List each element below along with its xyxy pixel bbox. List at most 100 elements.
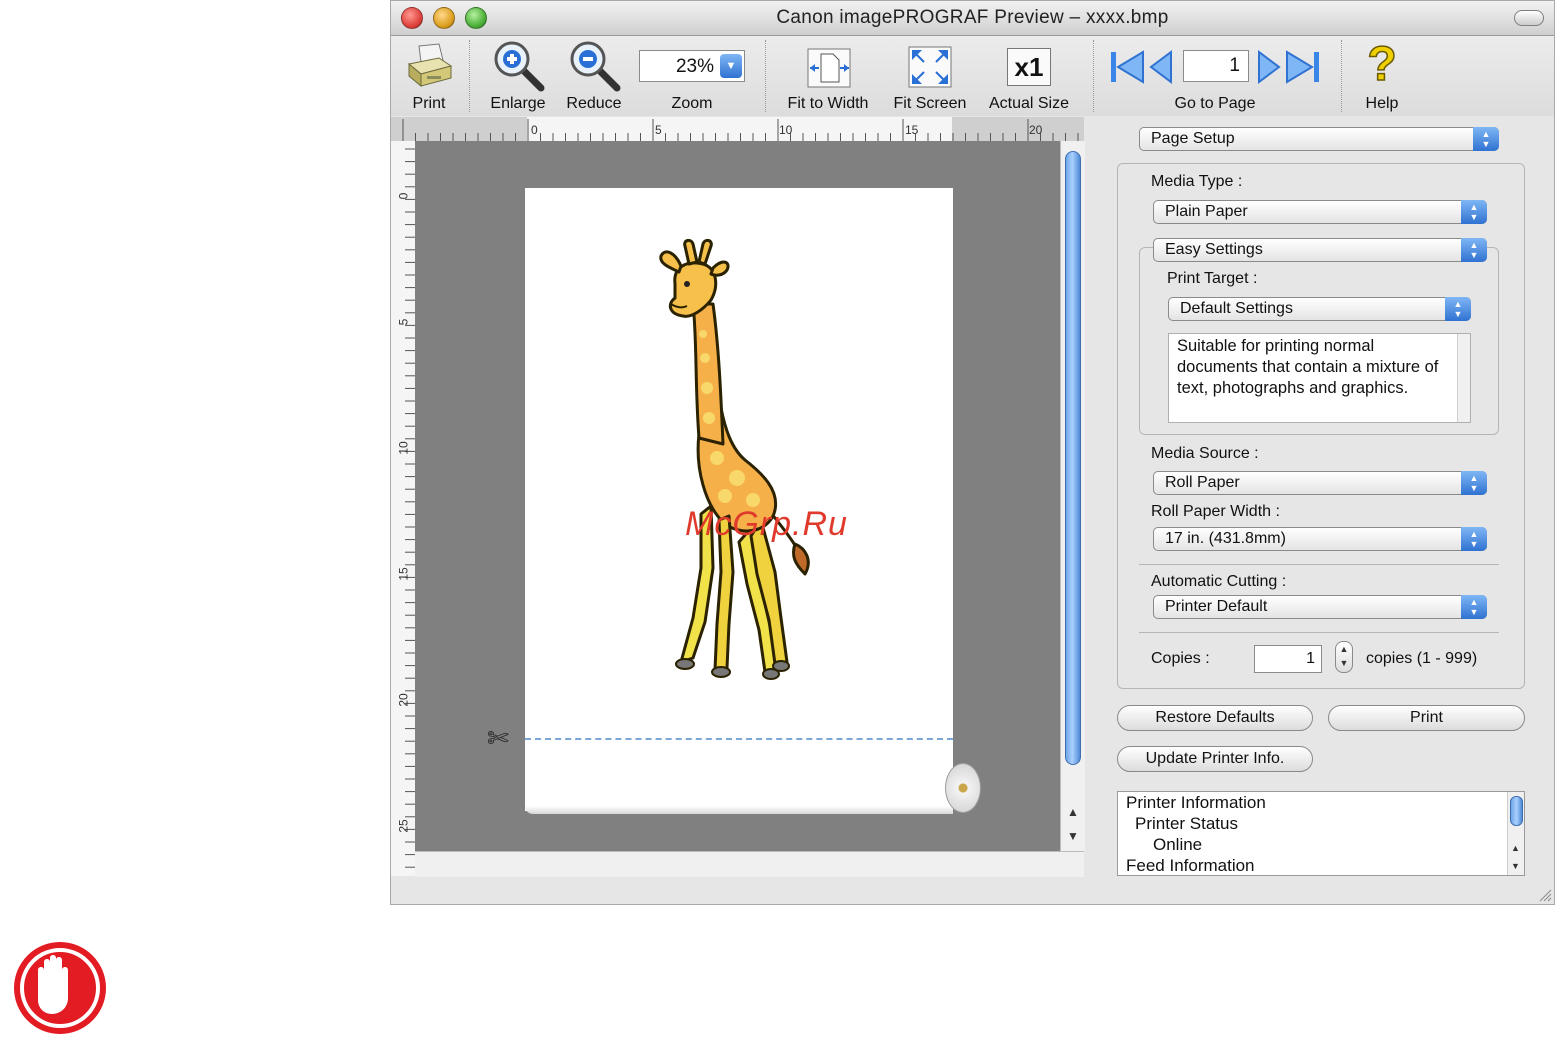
zoom-dropdown-arrow[interactable]: ▼ xyxy=(720,54,742,78)
horizontal-ruler: 0 5 10 15 20 xyxy=(391,117,1084,142)
resize-grip-icon[interactable] xyxy=(1536,886,1552,902)
fit-to-width-label: Fit to Width xyxy=(787,95,869,112)
ruler-label: 5 xyxy=(655,123,662,137)
tree-item[interactable]: Online xyxy=(1153,834,1202,855)
section-select[interactable]: Page Setup ▲ ▼ xyxy=(1139,127,1499,151)
print-button[interactable]: Print xyxy=(1328,705,1525,731)
media-type-label: Media Type : xyxy=(1151,173,1243,190)
fit-screen-button[interactable]: Fit Screen xyxy=(883,38,977,114)
media-type-value: Plain Paper xyxy=(1165,203,1248,220)
next-page-icon[interactable] xyxy=(1257,50,1281,84)
ruler-label: 15 xyxy=(396,567,411,581)
toolbar-separator xyxy=(1093,40,1094,112)
actual-size-label: Actual Size xyxy=(988,95,1070,112)
toolbar-separator xyxy=(765,40,766,112)
preview-horizontal-scrollbar[interactable] xyxy=(415,851,1084,877)
help-button[interactable]: ? Help xyxy=(1349,37,1415,114)
restore-defaults-button[interactable]: Restore Defaults xyxy=(1117,705,1313,731)
help-question-icon: ? xyxy=(1367,37,1398,92)
enlarge-label: Enlarge xyxy=(490,95,546,112)
fit-to-width-button[interactable]: Fit to Width xyxy=(777,38,879,114)
ruler-label: 15 xyxy=(905,123,919,137)
automatic-cutting-value: Printer Default xyxy=(1165,598,1268,615)
media-source-label: Media Source : xyxy=(1151,445,1259,462)
toolbar-toggle-button[interactable] xyxy=(1514,10,1544,26)
fit-screen-icon xyxy=(908,46,952,88)
settings-mode-select[interactable]: Easy Settings ▲ ▼ xyxy=(1153,238,1487,262)
ruler-label: 0 xyxy=(396,192,411,200)
preview-canvas[interactable]: ✄ McGrp.Ru xyxy=(415,141,1060,851)
scroll-up-arrow[interactable]: ▲ xyxy=(1067,805,1079,819)
go-to-page-label: Go to Page xyxy=(1174,95,1256,112)
roll-paper-width-select[interactable]: 17 in. (431.8mm) ▲ ▼ xyxy=(1153,527,1487,551)
zoom-combo[interactable]: 23% ▼ xyxy=(639,50,745,82)
reduce-label: Reduce xyxy=(566,95,622,112)
zoom-value[interactable]: 23% xyxy=(640,56,714,78)
scroll-down-arrow[interactable]: ▼ xyxy=(1067,829,1079,843)
section-select-value: Page Setup xyxy=(1151,130,1235,147)
previous-page-icon[interactable] xyxy=(1149,50,1173,84)
ruler-label: 10 xyxy=(779,123,793,137)
scroll-down-arrow[interactable]: ▼ xyxy=(1511,856,1520,877)
print-target-value: Default Settings xyxy=(1180,300,1293,317)
printer-info-tree[interactable]: Printer Information Printer Status Onlin… xyxy=(1117,791,1525,876)
popup-arrows-icon: ▲ ▼ xyxy=(1461,471,1487,495)
vertical-ruler: 0 5 10 15 20 25 xyxy=(391,141,416,876)
enlarge-button[interactable]: Enlarge xyxy=(483,38,553,114)
tree-item[interactable]: Printer Status xyxy=(1135,813,1238,834)
ruler-label: 20 xyxy=(1029,123,1043,137)
last-page-icon[interactable] xyxy=(1285,50,1321,84)
ruler-label: 10 xyxy=(396,441,411,455)
tree-item[interactable]: Printer Information xyxy=(1126,792,1266,813)
zoom-out-icon xyxy=(570,41,621,92)
media-source-value: Roll Paper xyxy=(1165,474,1240,491)
print-tool-button[interactable]: Print xyxy=(399,38,459,114)
toolbar-separator xyxy=(469,40,470,112)
paper-roll-icon xyxy=(945,763,981,813)
popup-arrows-icon: ▲ ▼ xyxy=(1445,297,1471,321)
cut-line xyxy=(525,738,953,740)
page-number-field[interactable]: 1 xyxy=(1183,50,1249,82)
print-target-select[interactable]: Default Settings ▲ ▼ xyxy=(1168,297,1471,321)
title-bar[interactable]: Canon imagePROGRAF Preview – xxxx.bmp xyxy=(391,1,1554,36)
automatic-cutting-select[interactable]: Printer Default ▲ ▼ xyxy=(1153,595,1487,619)
automatic-cutting-label: Automatic Cutting : xyxy=(1151,573,1287,590)
settings-mode-value: Easy Settings xyxy=(1165,241,1263,258)
media-type-select[interactable]: Plain Paper ▲ ▼ xyxy=(1153,200,1487,224)
divider xyxy=(1139,564,1499,565)
toolbar: Print Enlarge Reduce 23% ▼ Zoom Fit to W… xyxy=(391,36,1554,116)
print-target-description-box: Suitable for printing normal documents t… xyxy=(1168,333,1471,423)
caution-hand-icon xyxy=(14,942,106,1034)
popup-arrows-icon: ▲ ▼ xyxy=(1461,595,1487,619)
fit-width-icon xyxy=(807,48,851,88)
scroll-thumb[interactable] xyxy=(1065,151,1081,765)
popup-arrows-icon: ▲ ▼ xyxy=(1461,200,1487,224)
printer-icon xyxy=(407,43,453,88)
first-page-icon[interactable] xyxy=(1109,50,1145,84)
description-scrollbar[interactable] xyxy=(1457,334,1470,422)
zoom-label: Zoom xyxy=(671,95,713,112)
preview-vertical-scrollbar[interactable]: ▲ ▼ xyxy=(1060,141,1085,851)
print-target-description: Suitable for printing normal documents t… xyxy=(1177,337,1439,397)
ruler-label: 5 xyxy=(396,318,411,326)
paper-sheet xyxy=(525,188,953,814)
scroll-thumb[interactable] xyxy=(1510,796,1523,826)
update-printer-info-button[interactable]: Update Printer Info. xyxy=(1117,746,1313,772)
tree-item[interactable]: Feed Information xyxy=(1126,855,1255,876)
zoom-in-icon xyxy=(494,41,545,92)
popup-arrows-icon: ▲ ▼ xyxy=(1473,127,1499,151)
info-tree-scrollbar[interactable]: ▲ ▼ xyxy=(1507,792,1524,875)
divider xyxy=(1139,632,1499,633)
roll-paper-width-label: Roll Paper Width : xyxy=(1151,503,1280,520)
media-source-select[interactable]: Roll Paper ▲ ▼ xyxy=(1153,471,1487,495)
print-target-label: Print Target : xyxy=(1167,270,1258,287)
preview-window: Canon imagePROGRAF Preview – xxxx.bmp Pr… xyxy=(390,0,1555,905)
copies-stepper[interactable]: ▲ ▼ xyxy=(1335,641,1353,673)
roll-paper-width-value: 17 in. (431.8mm) xyxy=(1165,530,1286,547)
popup-arrows-icon: ▲ ▼ xyxy=(1461,527,1487,551)
ruler-label: 0 xyxy=(531,123,538,137)
actual-size-button[interactable]: x1 Actual Size xyxy=(981,38,1077,114)
toolbar-separator xyxy=(1341,40,1342,112)
copies-field[interactable]: 1 xyxy=(1254,645,1322,673)
reduce-button[interactable]: Reduce xyxy=(559,38,629,114)
